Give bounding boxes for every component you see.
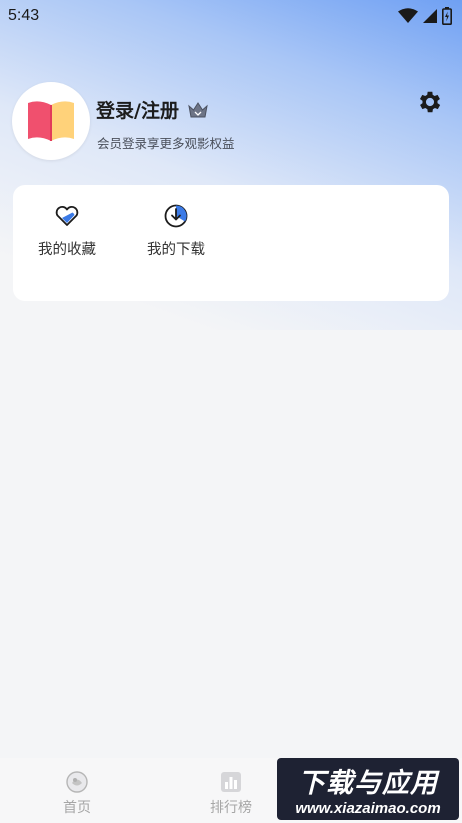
watermark-overlay: 下载与应用 www.xiazaimao.com [277, 758, 459, 820]
cellular-signal-icon [423, 9, 437, 23]
my-downloads-button[interactable]: 我的下载 [131, 203, 221, 259]
gear-icon[interactable] [416, 88, 444, 116]
tab-home-label: 首页 [63, 800, 91, 816]
crown-icon [188, 101, 208, 117]
quick-actions-card: 我的收藏 我的下载 [13, 185, 449, 301]
heart-icon [55, 205, 79, 226]
home-icon [66, 771, 88, 793]
watermark-title: 下载与应用 [298, 768, 438, 799]
login-register-link[interactable]: 登录/注册 [96, 96, 179, 123]
tab-ranking-label: 排行榜 [210, 800, 252, 816]
status-icons [398, 7, 452, 25]
my-downloads-label: 我的下载 [147, 242, 205, 258]
profile-header: 登录/注册 会员登录享更多观影权益 [12, 82, 450, 160]
wifi-icon [398, 8, 418, 23]
my-favorites-button[interactable]: 我的收藏 [22, 203, 112, 259]
book-logo-icon [28, 101, 74, 141]
battery-icon [442, 7, 452, 25]
watermark-url: www.xiazaimao.com [295, 800, 441, 817]
status-bar: 5:43 [0, 0, 462, 32]
login-row[interactable]: 登录/注册 [96, 96, 209, 123]
member-subtitle: 会员登录享更多观影权益 [97, 136, 235, 151]
avatar[interactable] [12, 82, 90, 160]
tab-home[interactable]: 首页 [37, 770, 117, 817]
my-favorites-label: 我的收藏 [38, 242, 96, 258]
tab-ranking[interactable]: 排行榜 [191, 770, 271, 817]
download-icon [164, 204, 188, 228]
status-time: 5:43 [8, 7, 40, 24]
ranking-icon [221, 772, 241, 792]
